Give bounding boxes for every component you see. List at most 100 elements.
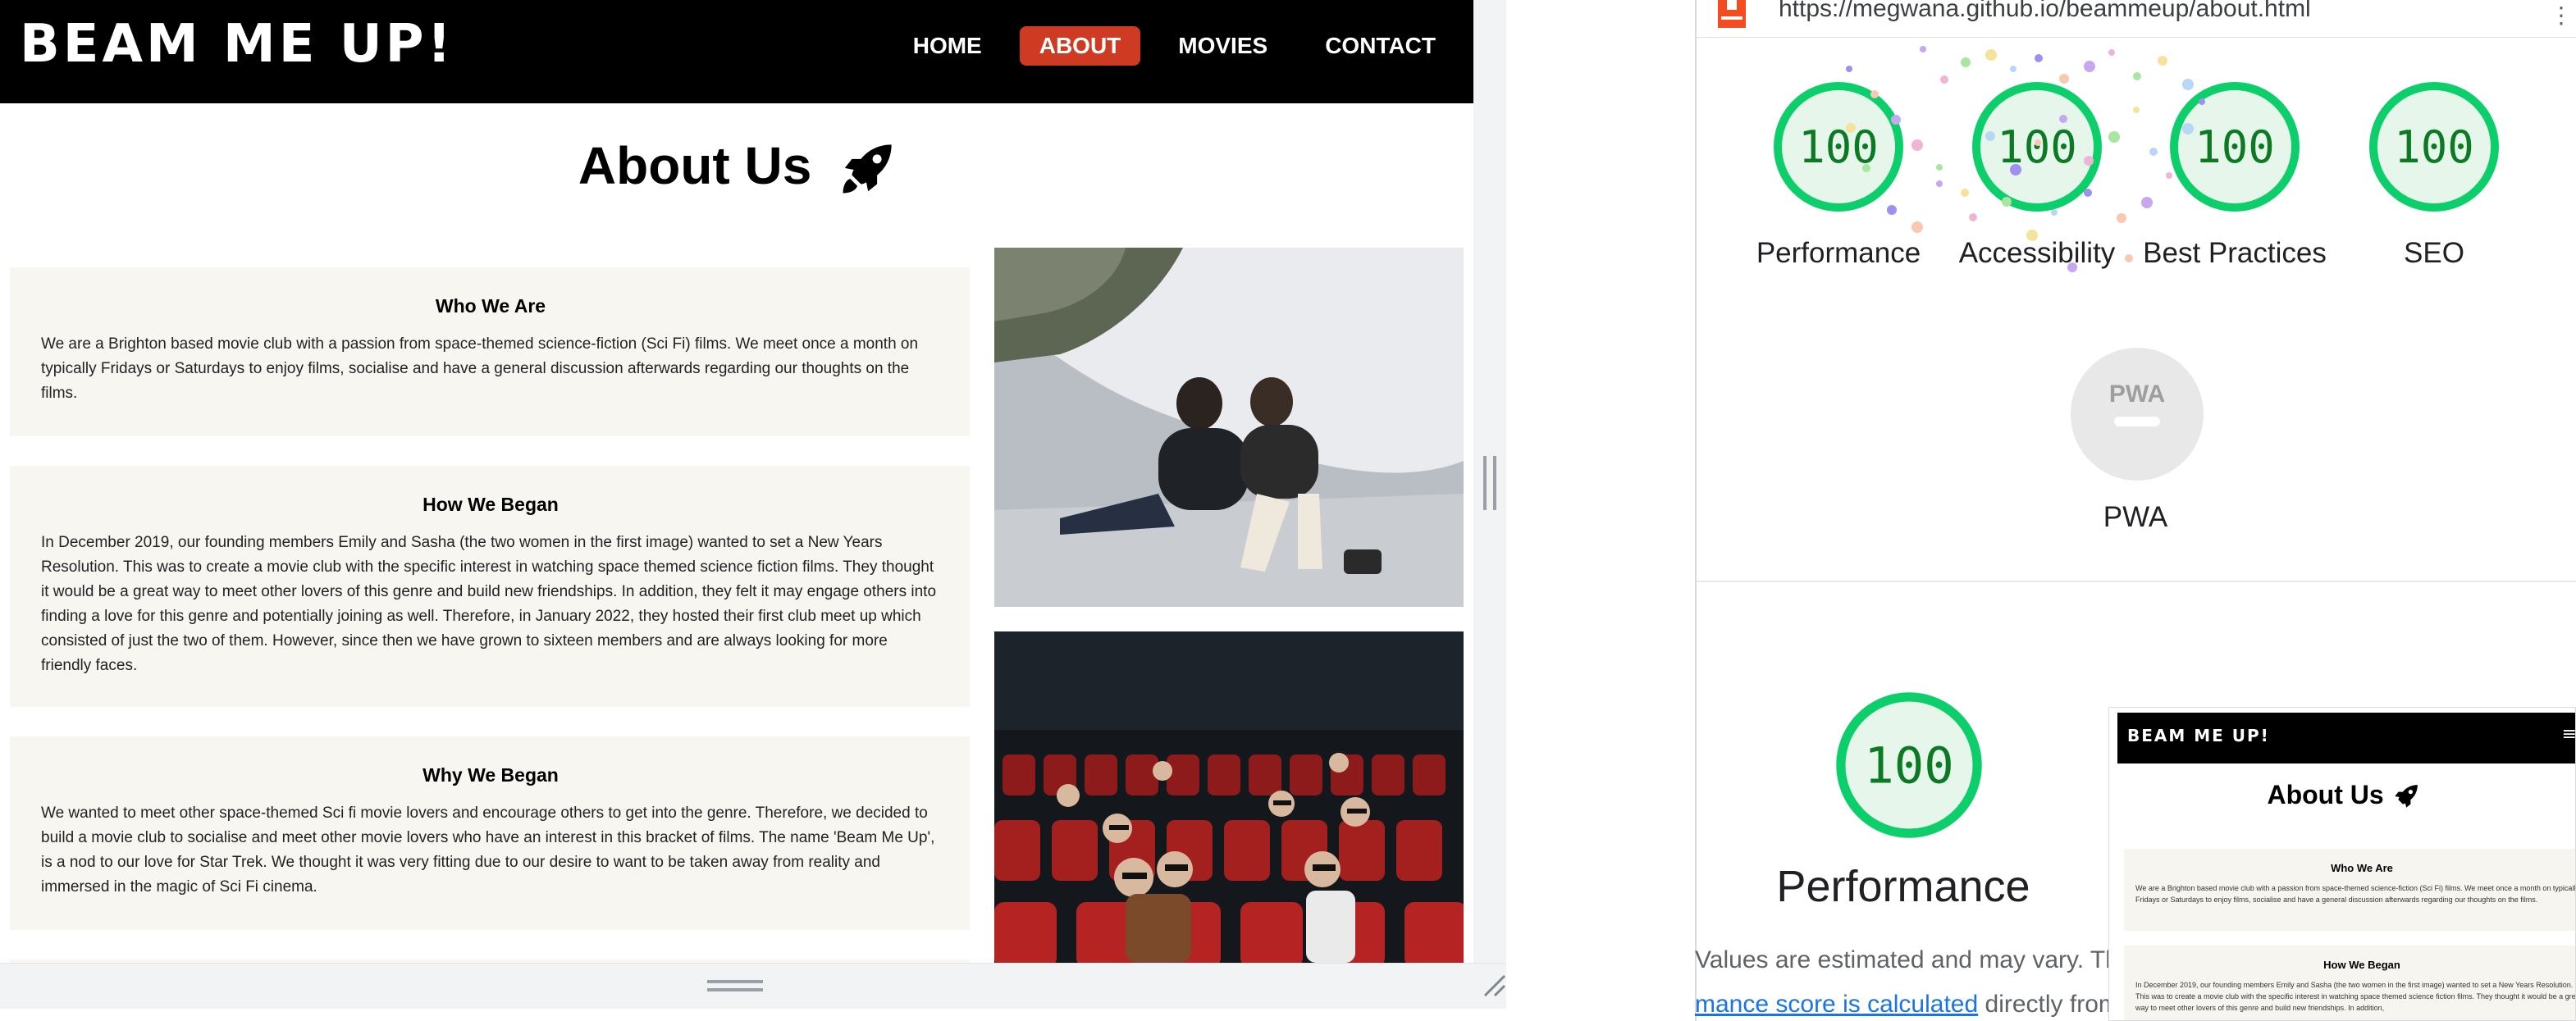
confetti-dot <box>1936 164 1943 171</box>
confetti-dot <box>2084 61 2095 72</box>
photo-cinema-illustration <box>994 631 1464 963</box>
confetti-dot <box>2059 74 2069 84</box>
section-body: In December 2019, our founding members E… <box>41 534 937 674</box>
confetti-dot <box>1891 115 1901 125</box>
confetti-dot <box>2002 197 2012 207</box>
confetti-dot <box>2108 49 2115 56</box>
confetti-dot <box>2166 172 2172 179</box>
confetti-dot <box>2133 72 2141 80</box>
confetti-dot <box>2010 66 2016 72</box>
report-url-bar: https://megwana.github.io/beammeup/about… <box>1697 0 2576 38</box>
confetti-dot <box>1920 46 1926 52</box>
perf-desc-line2: mance score is calculated directly from <box>1695 982 2122 1021</box>
rocket-icon <box>843 144 892 194</box>
thumb-section-body: We are a Brighton based movie club with … <box>2135 884 2576 904</box>
section-why-we-began: Why We Began We wanted to meet other spa… <box>10 736 970 930</box>
section-body: We are a Brighton based movie club with … <box>41 335 919 402</box>
page-viewport: BEAM ME UP! HOME ABOUT MOVIES CONTACT Ab… <box>0 0 1473 963</box>
rocket-icon <box>2394 784 2418 808</box>
site-logo[interactable]: BEAM ME UP! <box>20 11 454 77</box>
thumb-section-1: Who We Are We are a Brighton based movie… <box>2124 849 2576 931</box>
confetti-dot <box>2059 115 2067 123</box>
confetti-dot <box>2084 189 2092 197</box>
confetti-dot <box>2182 123 2194 134</box>
section-title: Why We Began <box>422 764 559 786</box>
confetti-dot <box>1862 164 1870 172</box>
main-nav: HOME ABOUT MOVIES CONTACT <box>893 26 1455 66</box>
thumb-section-body: In December 2019, our founding members E… <box>2135 981 2576 1012</box>
nav-movies[interactable]: MOVIES <box>1158 26 1287 66</box>
report-url[interactable]: https://megwana.github.io/beammeup/about… <box>1779 0 2311 23</box>
thumb-title: About Us <box>2109 780 2575 811</box>
resize-grip-icon <box>1483 456 1496 510</box>
best-practices-gauge[interactable]: 100 <box>2168 80 2301 213</box>
page-title: About Us <box>0 131 1473 200</box>
confetti-dot <box>1940 75 1948 84</box>
confetti-dot <box>1961 189 1969 197</box>
confetti-dot <box>2067 262 2077 272</box>
confetti-dot <box>1846 123 1856 133</box>
nav-contact[interactable]: CONTACT <box>1305 26 1455 66</box>
accessibility-score: 100 <box>1997 121 2077 173</box>
photo-founders-illustration <box>994 248 1464 607</box>
thumb-section-title: Who We Are <box>2331 862 2393 874</box>
confetti-dot <box>2035 139 2041 146</box>
site-header: BEAM ME UP! HOME ABOUT MOVIES CONTACT <box>0 0 1473 103</box>
more-options-icon[interactable]: ⋮ <box>2550 2 2573 29</box>
performance-detail-title: Performance <box>1776 862 2030 911</box>
confetti-dot <box>2035 54 2043 62</box>
confetti-dot <box>1870 90 1879 98</box>
confetti-dot <box>2158 56 2167 66</box>
confetti-dot <box>1985 49 1997 61</box>
confetti-dot <box>1936 180 1943 187</box>
pwa-badge[interactable]: PWA <box>2071 348 2204 481</box>
confetti-dot <box>2182 79 2194 90</box>
perf-desc-line1: Values are estimated and may vary. The <box>1695 946 2122 973</box>
pwa-badge-text: PWA <box>2109 381 2165 408</box>
screenshot-root: BEAM ME UP! HOME ABOUT MOVIES CONTACT Ab… <box>0 0 2576 1021</box>
nav-about[interactable]: ABOUT <box>1019 26 1141 66</box>
resize-grip-icon <box>707 980 763 991</box>
perf-score-link[interactable]: mance score is calculated <box>1695 991 1978 1018</box>
confetti-dot <box>2117 213 2126 223</box>
viewport-height-resizer[interactable] <box>0 963 1506 1009</box>
photo-founders <box>994 248 1464 607</box>
performance-gauge[interactable]: 100 <box>1772 80 1905 213</box>
thumb-title-text: About Us <box>2267 780 2384 809</box>
pwa-label: PWA <box>2103 501 2168 533</box>
nav-home[interactable]: HOME <box>893 26 1002 66</box>
perf-desc-suffix: directly from <box>1978 991 2119 1018</box>
accessibility-label: Accessibility <box>1958 237 2116 269</box>
confetti-dot <box>2108 131 2120 143</box>
confetti-dot <box>2125 254 2133 262</box>
seo-label: SEO <box>2404 237 2464 269</box>
best-practices-score: 100 <box>2195 121 2275 173</box>
confetti-dot <box>2141 197 2153 208</box>
seo-gauge[interactable]: 100 <box>2368 80 2501 213</box>
confetti-dot <box>2026 230 2038 241</box>
confetti-dot <box>2199 98 2205 105</box>
confetti-dot <box>2010 164 2021 175</box>
section-how-we-began: How We Began In December 2019, our found… <box>10 466 970 707</box>
photo-cinema-audience <box>994 631 1464 963</box>
viewport-width-resizer[interactable] <box>1473 0 1506 963</box>
performance-description: Values are estimated and may vary. The m… <box>1695 938 2122 1021</box>
confetti-dot <box>1961 57 1971 67</box>
corner-resize-icon[interactable] <box>1480 971 1508 999</box>
thumb-logo: BEAM ME UP! <box>2127 726 2270 745</box>
thumb-header: BEAM ME UP! ≡ <box>2117 713 2576 763</box>
section-title: How We Began <box>422 494 559 515</box>
page-screenshot-thumbnail[interactable]: BEAM ME UP! ≡ About Us Who We Are We are… <box>2108 707 2576 1021</box>
hamburger-icon: ≡ <box>2561 724 2576 745</box>
confetti-dot <box>2084 156 2094 166</box>
confetti-dot <box>1911 221 1923 233</box>
lighthouse-icon <box>1718 0 1746 28</box>
thumb-section-2: How We Began In December 2019, our found… <box>2124 946 2576 1020</box>
best-practices-label: Best Practices <box>2143 237 2327 269</box>
thumb-section-title: How We Began <box>2323 959 2400 971</box>
confetti-dot <box>2149 148 2158 156</box>
page-title-text: About Us <box>578 136 812 195</box>
section-who-we-are: Who We Are We are a Brighton based movie… <box>10 267 970 436</box>
section-title: Who We Are <box>435 295 546 317</box>
confetti-dot <box>2051 209 2058 216</box>
